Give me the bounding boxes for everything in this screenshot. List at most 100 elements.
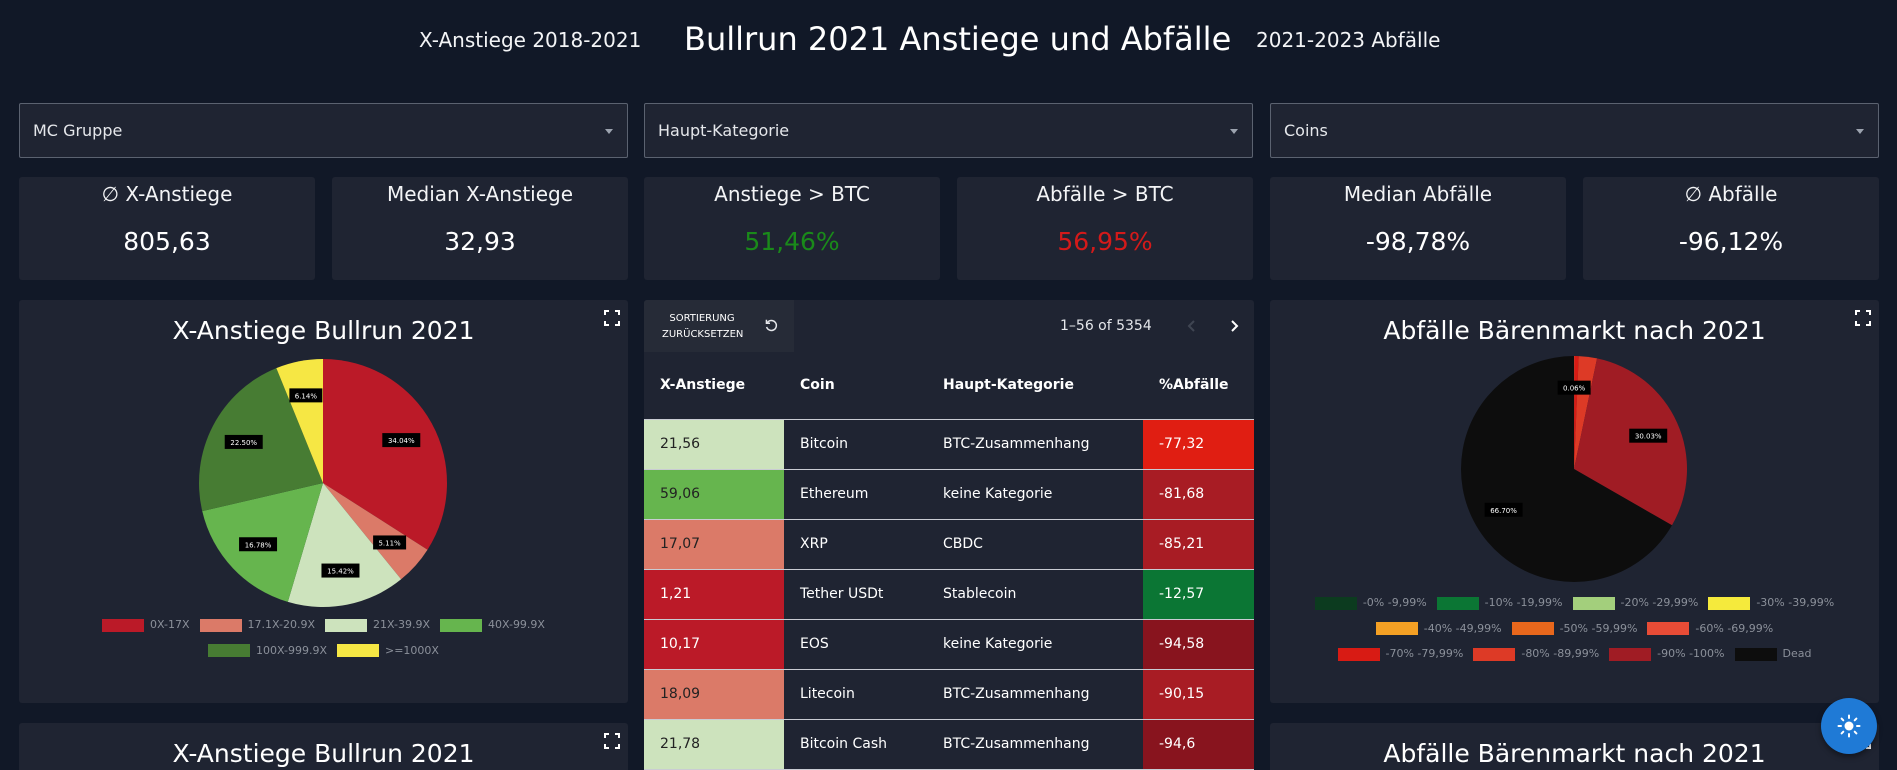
coins-dropdown[interactable]: Coins bbox=[1270, 103, 1879, 158]
table-row[interactable]: 1,21 Tether USDt Stablecoin -12,57 bbox=[644, 569, 1254, 620]
slice-label: 6.14% bbox=[295, 392, 318, 400]
coin-table: X-Anstiege Coin Haupt-Kategorie %Abfälle… bbox=[644, 352, 1254, 770]
legend-swatch bbox=[199, 618, 242, 632]
reset-sort-label: SORTIERUNG bbox=[669, 313, 735, 324]
cell-x-anstiege: 59,06 bbox=[644, 469, 784, 520]
column-header-haupt-kategorie[interactable]: Haupt-Kategorie bbox=[927, 352, 1143, 420]
x-anstiege-chart-panel: X-Anstiege Bullrun 2021 34.04% 5.11% 15.42… bbox=[19, 300, 628, 703]
cell-coin: Tether USDt bbox=[784, 569, 927, 620]
legend-item[interactable]: 100X-999.9X bbox=[208, 640, 327, 662]
column-header-abfaelle[interactable]: %Abfälle bbox=[1143, 352, 1254, 420]
nav-link-abfaelle[interactable]: 2021-2023 Abfälle bbox=[1256, 28, 1440, 52]
legend-item[interactable]: -80% -89,99% bbox=[1473, 643, 1599, 665]
expand-icon[interactable] bbox=[604, 310, 620, 326]
legend-item[interactable]: -70% -79,99% bbox=[1337, 643, 1463, 665]
legend-label: -50% -59,99% bbox=[1559, 621, 1638, 635]
legend-swatch bbox=[1337, 647, 1380, 661]
legend-item[interactable]: -20% -29,99% bbox=[1572, 592, 1698, 614]
legend-item[interactable]: 40X-99.9X bbox=[439, 614, 545, 636]
legend-item[interactable]: 21X-39.9X bbox=[325, 614, 430, 636]
chart-title: Abfälle Bärenmarkt nach 2021 bbox=[1383, 739, 1766, 768]
legend-label: Dead bbox=[1782, 647, 1812, 660]
legend-label: -60% -69,99% bbox=[1695, 621, 1774, 635]
theme-toggle-button[interactable] bbox=[1821, 698, 1877, 754]
abfaelle-chart-panel: Abfälle Bärenmarkt nach 2021 0.06% 30.03%… bbox=[1270, 300, 1879, 703]
legend-item[interactable]: Dead bbox=[1734, 643, 1812, 665]
kpi-title: Median Abfälle bbox=[1343, 182, 1493, 206]
table-row[interactable]: 18,09 Litecoin BTC-Zusammenhang -90,15 bbox=[644, 669, 1254, 720]
legend-swatch bbox=[337, 644, 379, 657]
slice-label: 5.11% bbox=[378, 539, 401, 547]
haupt-kategorie-dropdown[interactable]: Haupt-Kategorie bbox=[644, 103, 1253, 158]
legend-swatch bbox=[1314, 596, 1357, 610]
table-row[interactable]: 59,06 Ethereum keine Kategorie -81,68 bbox=[644, 469, 1254, 520]
legend-item[interactable]: 17.1X-20.9X bbox=[199, 614, 315, 636]
legend-item[interactable]: -90% -100% bbox=[1609, 643, 1725, 665]
navbar: X-Anstiege 2018-2021 Bullrun 2021 Anstie… bbox=[0, 0, 1897, 80]
cell-coin: Bitcoin bbox=[784, 419, 927, 470]
legend-item[interactable]: -30% -39,99% bbox=[1708, 592, 1834, 614]
cell-coin: Ethereum bbox=[784, 469, 927, 520]
legend-item[interactable]: -50% -59,99% bbox=[1511, 618, 1638, 640]
chevron-left-icon[interactable] bbox=[1184, 318, 1200, 334]
page-title: Bullrun 2021 Anstiege und Abfälle bbox=[684, 20, 1232, 58]
legend-item[interactable]: -0% -9,99% bbox=[1314, 592, 1427, 614]
abfaelle-chart-panel-2: Abfälle Bärenmarkt nach 2021 bbox=[1270, 723, 1879, 770]
cell-coin: EOS bbox=[784, 619, 927, 670]
chevron-right-icon[interactable] bbox=[1226, 318, 1242, 334]
column-header-coin[interactable]: Coin bbox=[784, 352, 927, 420]
legend-item[interactable]: 0X-17X bbox=[102, 614, 190, 636]
slice-label: 15.42% bbox=[327, 568, 354, 576]
legend-swatch bbox=[1734, 647, 1777, 661]
legend-label: -80% -89,99% bbox=[1521, 647, 1600, 660]
column-header-x-anstiege[interactable]: X-Anstiege bbox=[644, 352, 784, 420]
cell-abfaelle: -12,57 bbox=[1143, 569, 1254, 620]
chevron-down-icon bbox=[1230, 129, 1238, 134]
reset-sort-button[interactable]: SORTIERUNG ZURÜCKSETZEN bbox=[644, 300, 794, 352]
cell-x-anstiege: 1,21 bbox=[644, 569, 784, 620]
legend-item[interactable]: -40% -49,99% bbox=[1375, 618, 1502, 640]
slice-label: 34.04% bbox=[388, 437, 415, 445]
cell-x-anstiege: 21,56 bbox=[644, 419, 784, 470]
kpi-title: Abfälle > BTC bbox=[1036, 182, 1174, 206]
expand-icon[interactable] bbox=[604, 733, 620, 749]
legend-label: >=1000X bbox=[385, 643, 439, 657]
legend-label: -90% -100% bbox=[1657, 647, 1725, 660]
cell-x-anstiege: 21,78 bbox=[644, 719, 784, 770]
pagination-info: 1–56 of 5354 bbox=[1060, 318, 1152, 334]
cell-abfaelle: -94,6 bbox=[1143, 719, 1254, 770]
table-row[interactable]: 17,07 XRP CBDC -85,21 bbox=[644, 519, 1254, 570]
chevron-down-icon bbox=[1856, 129, 1864, 134]
cell-coin: Bitcoin Cash bbox=[784, 719, 927, 770]
coin-table-panel: SORTIERUNG ZURÜCKSETZEN 1–56 of 5354 X-A… bbox=[644, 300, 1254, 770]
cell-abfaelle: -77,32 bbox=[1143, 419, 1254, 470]
pie-chart-x-anstiege: 34.04% 5.11% 15.42% 16.78% 22.50% 6.14% bbox=[199, 359, 447, 607]
legend-label: 100X-999.9X bbox=[256, 643, 327, 657]
chart-legend: -0% -9,99% -10% -19,99% -20% -29,99% -30% -… bbox=[1270, 592, 1879, 669]
cell-kategorie: BTC-Zusammenhang bbox=[927, 669, 1143, 720]
table-row[interactable]: 10,17 EOS keine Kategorie -94,58 bbox=[644, 619, 1254, 670]
cell-kategorie: BTC-Zusammenhang bbox=[927, 419, 1143, 470]
mc-gruppe-dropdown[interactable]: MC Gruppe bbox=[19, 103, 628, 158]
table-row[interactable]: 21,78 Bitcoin Cash BTC-Zusammenhang -94,… bbox=[644, 719, 1254, 770]
chart-title: X-Anstiege Bullrun 2021 bbox=[172, 739, 475, 768]
legend-label: -0% -9,99% bbox=[1362, 596, 1427, 609]
dropdown-label: MC Gruppe bbox=[33, 121, 123, 140]
legend-item[interactable]: >=1000X bbox=[337, 640, 439, 662]
legend-item[interactable]: -10% -19,99% bbox=[1436, 592, 1563, 614]
kpi-value: 51,46% bbox=[744, 227, 840, 256]
kpi-title: ∅ Abfälle bbox=[1684, 182, 1778, 206]
kpi-card-anstiege-btc: Anstiege > BTC 51,46% bbox=[644, 177, 940, 280]
cell-kategorie: keine Kategorie bbox=[927, 619, 1143, 670]
legend-item[interactable]: -60% -69,99% bbox=[1647, 618, 1773, 640]
table-row[interactable]: 21,56 Bitcoin BTC-Zusammenhang -77,32 bbox=[644, 419, 1254, 470]
chart-title: Abfälle Bärenmarkt nach 2021 bbox=[1383, 316, 1766, 345]
cell-coin: Litecoin bbox=[784, 669, 927, 720]
cell-x-anstiege: 10,17 bbox=[644, 619, 784, 670]
slice-label: 66.70% bbox=[1490, 507, 1517, 515]
legend-swatch bbox=[1572, 596, 1615, 610]
chart-title: X-Anstiege Bullrun 2021 bbox=[172, 316, 475, 345]
nav-link-x-anstiege[interactable]: X-Anstiege 2018-2021 bbox=[419, 28, 641, 52]
slice-label: 30.03% bbox=[1635, 433, 1662, 441]
expand-icon[interactable] bbox=[1855, 310, 1871, 326]
